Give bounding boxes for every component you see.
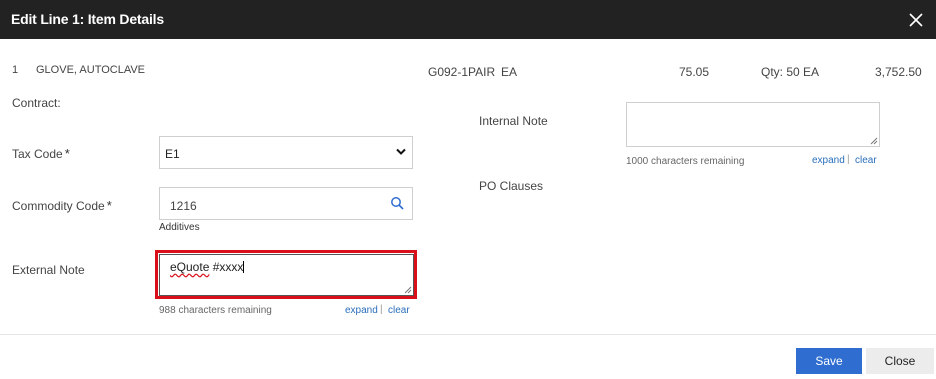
commodity-code-value: 1216 bbox=[170, 199, 197, 213]
tax-code-label-text: Tax Code bbox=[12, 147, 63, 161]
resize-handle-icon[interactable] bbox=[404, 286, 412, 294]
external-note-clear-link[interactable]: clear bbox=[388, 305, 410, 316]
external-note-value: eQuote #xxxx bbox=[170, 260, 245, 274]
resize-handle-icon[interactable] bbox=[870, 137, 878, 145]
line-extended-price: 3,752.50 bbox=[875, 65, 922, 79]
internal-note-textarea[interactable] bbox=[626, 102, 880, 147]
tax-code-value: E1 bbox=[165, 147, 180, 161]
line-quantity: Qty: 50 EA bbox=[761, 65, 820, 79]
close-icon[interactable] bbox=[906, 10, 926, 30]
link-separator: | bbox=[380, 304, 383, 315]
footer-divider bbox=[0, 334, 936, 335]
line-number: 1 bbox=[12, 64, 19, 76]
contract-label: Contract: bbox=[12, 96, 61, 110]
search-icon[interactable] bbox=[390, 196, 404, 210]
line-description: GLOVE, AUTOCLAVE bbox=[36, 64, 146, 76]
line-unit-price: 75.05 bbox=[679, 65, 710, 79]
external-note-word: eQuote bbox=[170, 260, 210, 274]
internal-note-expand-link[interactable]: expand bbox=[812, 155, 845, 166]
commodity-code-input[interactable]: 1216 bbox=[159, 187, 413, 220]
internal-note-clear-link[interactable]: clear bbox=[855, 155, 877, 166]
chevron-down-icon bbox=[396, 148, 406, 155]
commodity-code-helper: Additives bbox=[159, 222, 200, 233]
commodity-code-label-text: Commodity Code bbox=[12, 199, 105, 213]
po-clauses-label: PO Clauses bbox=[479, 179, 544, 193]
commodity-code-label: Commodity Code * bbox=[12, 198, 112, 213]
tax-code-select[interactable]: E1 bbox=[159, 136, 413, 169]
save-button[interactable]: Save bbox=[796, 348, 862, 374]
internal-note-remaining: 1000 characters remaining bbox=[626, 156, 745, 167]
required-marker: * bbox=[64, 146, 70, 161]
line-uom: EA bbox=[501, 65, 518, 79]
text-caret bbox=[243, 261, 245, 273]
external-note-rest: #xxxx bbox=[209, 260, 244, 274]
link-separator: | bbox=[847, 154, 850, 165]
dialog-title: Edit Line 1: Item Details bbox=[11, 11, 164, 27]
external-note-remaining: 988 characters remaining bbox=[159, 305, 272, 316]
required-marker: * bbox=[106, 198, 112, 213]
external-note-expand-link[interactable]: expand bbox=[345, 305, 378, 316]
external-note-label: External Note bbox=[12, 263, 85, 277]
close-button[interactable]: Close bbox=[866, 348, 934, 374]
external-note-textarea[interactable]: eQuote #xxxx bbox=[159, 254, 414, 296]
line-sku: G092-1PAIR bbox=[428, 65, 496, 79]
tax-code-label: Tax Code * bbox=[12, 146, 70, 161]
dialog-header: Edit Line 1: Item Details bbox=[0, 0, 936, 39]
internal-note-label: Internal Note bbox=[479, 114, 548, 128]
